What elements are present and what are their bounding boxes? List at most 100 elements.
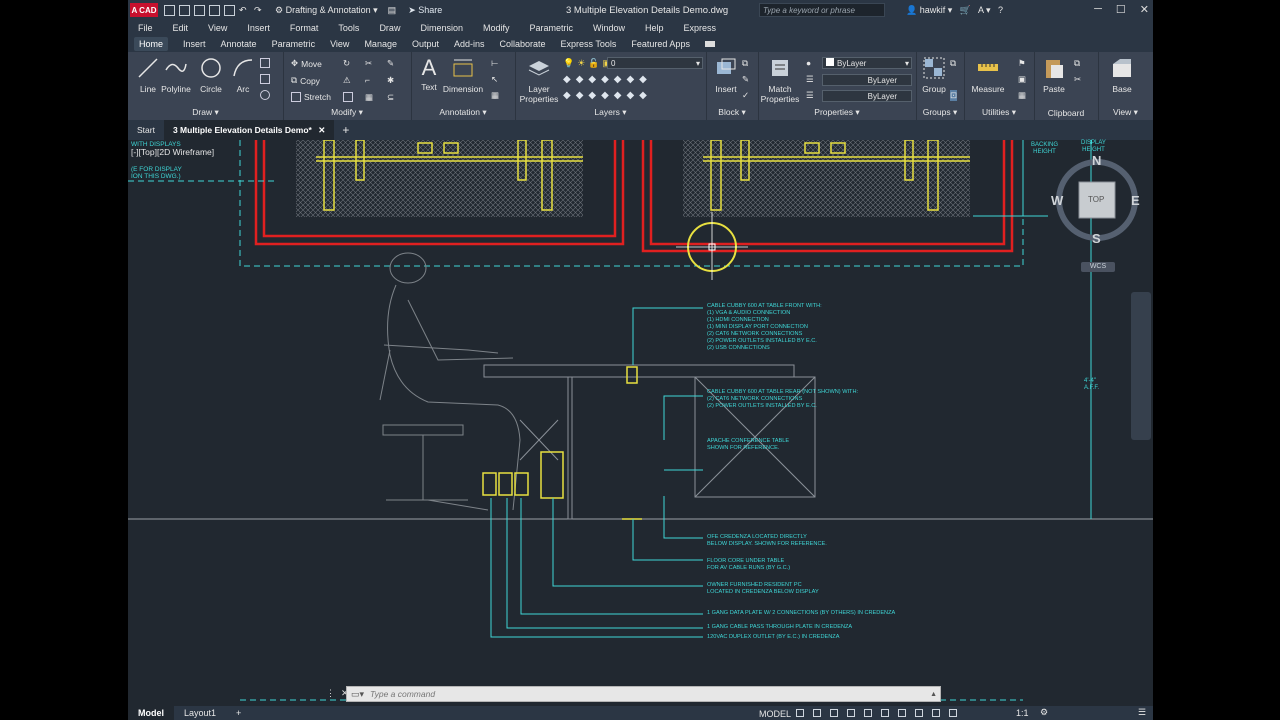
tab-insert[interactable]: Insert (183, 39, 206, 49)
menu-view[interactable]: View (208, 23, 227, 33)
customize-menu-icon[interactable]: ☰ (1138, 707, 1146, 718)
command-line[interactable]: ▭▾ Type a command ▲ (346, 686, 941, 702)
rotate-icon[interactable]: ↻ (343, 58, 350, 69)
linetype-icon[interactable]: ☰ (806, 74, 814, 85)
layer-tools-row2[interactable]: ◆◆◆◆◆◆◆ (563, 90, 652, 101)
viewcube-south[interactable]: S (1092, 231, 1101, 246)
ellipse-icon[interactable] (260, 90, 270, 100)
menu-parametric[interactable]: Parametric (530, 23, 574, 33)
groups-group-label[interactable]: Groups ▾ (916, 107, 964, 118)
draw-group-label[interactable]: Draw ▾ (128, 107, 283, 118)
drawing-canvas[interactable] (128, 140, 1153, 704)
new-tab-icon[interactable]: + (334, 123, 357, 137)
menu-modify[interactable]: Modify (483, 23, 510, 33)
grid-icon[interactable] (796, 709, 804, 717)
ungroup-icon[interactable]: ⧉ (950, 58, 956, 69)
open-icon[interactable] (179, 4, 190, 16)
user-account[interactable]: 👤 hawkif ▾ 🛒 A ▾ ? (906, 5, 1003, 16)
tab-express-tools[interactable]: Express Tools (561, 39, 617, 49)
move-button[interactable]: ✥ Move (291, 58, 322, 69)
viewcube-top-face[interactable]: TOP (1088, 195, 1104, 204)
osnap-icon[interactable] (864, 709, 872, 717)
annotation-group-label[interactable]: Annotation ▾ (411, 107, 515, 118)
stretch-button[interactable]: Stretch (291, 92, 331, 102)
tab-parametric[interactable]: Parametric (272, 39, 316, 49)
base-view-button[interactable]: Base (1104, 56, 1140, 94)
minimize-icon[interactable]: ─ (1094, 3, 1102, 16)
properties-group-label[interactable]: Properties ▾ (758, 107, 916, 118)
circle-button[interactable]: Circle (193, 56, 229, 94)
copy-clip-icon[interactable]: ⧉ (1074, 58, 1080, 69)
arc-button[interactable]: Arc (225, 56, 261, 94)
quick-select-icon[interactable]: ⚑ (1018, 58, 1026, 69)
viewcube-east[interactable]: E (1131, 193, 1140, 208)
print-icon[interactable] (224, 4, 235, 16)
paste-button[interactable]: Paste (1036, 56, 1072, 94)
tab-start[interactable]: Start (128, 120, 164, 140)
maximize-icon[interactable]: ☐ (1116, 3, 1126, 16)
layer-properties-button[interactable]: Layer Properties (519, 56, 559, 104)
clipboard-group-label[interactable]: Clipboard (1034, 108, 1098, 118)
attribute-icon[interactable]: ✓ (742, 90, 749, 101)
color-wheel-icon[interactable]: ● (806, 58, 811, 68)
wcs-button[interactable]: WCS (1081, 262, 1115, 272)
ortho-icon[interactable] (830, 709, 838, 717)
edit-block-icon[interactable]: ✎ (742, 74, 749, 85)
save-icon[interactable] (194, 4, 205, 16)
hatch-icon[interactable] (260, 74, 270, 84)
workspace-switch[interactable]: ⚙ Drafting & Annotation ▾ (275, 5, 378, 16)
explode-icon[interactable]: ✱ (387, 75, 394, 86)
offset-icon[interactable]: ⊆ (387, 92, 394, 103)
tab-output[interactable]: Output (412, 39, 439, 49)
menu-file[interactable]: File (138, 23, 153, 33)
new-icon[interactable] (164, 4, 175, 16)
settings-gear-icon[interactable]: ⚙ (1040, 707, 1048, 718)
copy-button[interactable]: ⧉ Copy (291, 75, 320, 86)
navigation-bar[interactable] (1131, 292, 1151, 440)
leader-icon[interactable]: ↖ (491, 74, 498, 85)
viewcube-north[interactable]: N (1092, 153, 1101, 168)
menu-tools[interactable]: Tools (338, 23, 359, 33)
annotation-visibility-icon[interactable] (949, 709, 957, 717)
dimension-button[interactable]: Dimension (441, 56, 485, 94)
measure-button[interactable]: Measure (966, 56, 1010, 94)
lineweight-toggle-icon[interactable] (898, 709, 906, 717)
color-dropdown[interactable]: ByLayer ▾ (822, 57, 912, 69)
tab-home[interactable]: Home (134, 37, 169, 51)
close-tab-icon[interactable]: ✕ (318, 125, 325, 135)
share-button[interactable]: ➤ Share (408, 5, 442, 16)
menu-draw[interactable]: Draw (379, 23, 400, 33)
mirror-icon[interactable]: ⚠ (343, 75, 351, 86)
save-as-icon[interactable] (209, 4, 220, 16)
tab-collaborate[interactable]: Collaborate (500, 39, 546, 49)
menu-edit[interactable]: Edit (173, 23, 189, 33)
erase-icon[interactable]: ✎ (387, 58, 394, 69)
layers-group-label[interactable]: Layers ▾ (515, 107, 706, 118)
drag-handle-icon[interactable]: ⋮ (326, 688, 335, 699)
search-input[interactable]: Type a keyword or phrase (759, 3, 885, 17)
tab-featured-apps[interactable]: Featured Apps (631, 39, 690, 49)
menu-dimension[interactable]: Dimension (420, 23, 463, 33)
group-select-icon[interactable]: ⊡ (950, 90, 958, 101)
table-icon[interactable]: ▦ (491, 90, 499, 101)
undo-icon[interactable]: ↶ (239, 5, 250, 16)
create-block-icon[interactable]: ⧉ (742, 58, 748, 69)
transparency-icon[interactable] (915, 709, 923, 717)
rectangle-icon[interactable] (260, 58, 270, 68)
layer-tools-row1[interactable]: ◆◆◆◆◆◆◆ (563, 74, 652, 85)
layer-dropdown[interactable]: 0 ▾ (607, 57, 703, 69)
trim-icon[interactable]: ✂ (365, 58, 372, 69)
layout1-tab[interactable]: Layout1 (174, 708, 226, 718)
polar-icon[interactable] (847, 709, 855, 717)
modify-group-label[interactable]: Modify ▾ (283, 107, 411, 118)
block-group-label[interactable]: Block ▾ (706, 107, 758, 118)
scale-icon[interactable] (343, 92, 353, 102)
viewport-label[interactable]: [-][Top][2D Wireframe] (131, 147, 214, 157)
menu-insert[interactable]: Insert (247, 23, 270, 33)
tab-view[interactable]: View (330, 39, 349, 49)
group-button[interactable]: Group (916, 56, 952, 94)
menu-window[interactable]: Window (593, 23, 625, 33)
array-icon[interactable]: ▦ (365, 92, 373, 103)
layers-quick-icon[interactable]: ▤ (388, 5, 397, 16)
add-layout-icon[interactable]: + (226, 708, 251, 718)
